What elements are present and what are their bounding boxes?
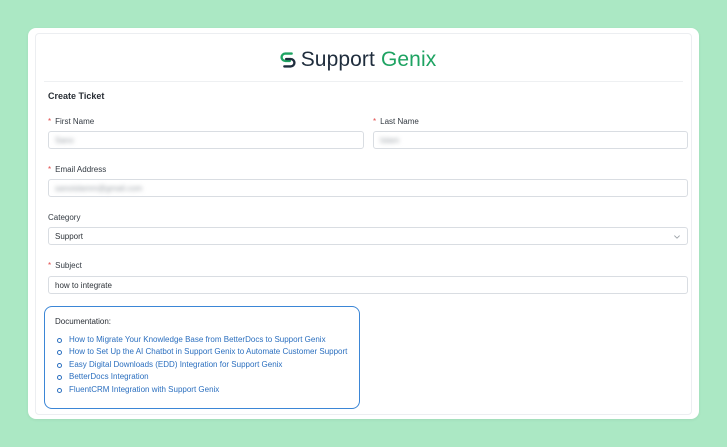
ticket-card: Support Genix Create Ticket * First Name …: [28, 28, 699, 419]
first-name-input[interactable]: Sano: [48, 131, 364, 149]
subject-label-text: Subject: [55, 261, 82, 270]
list-item: How to Migrate Your Knowledge Base from …: [55, 334, 349, 346]
brand-name: Support Genix: [301, 48, 437, 72]
last-name-label-text: Last Name: [380, 117, 419, 126]
first-name-value: Sano: [55, 135, 74, 145]
email-value: sanoislamm@gmail.com: [55, 183, 143, 193]
email-label-text: Email Address: [55, 165, 107, 174]
doc-link-betterdocs-migration[interactable]: How to Migrate Your Knowledge Base from …: [69, 335, 326, 344]
brand-header: Support Genix: [36, 45, 691, 75]
last-name-value: Islam: [380, 135, 400, 145]
last-name-input[interactable]: Islam: [373, 131, 688, 149]
subject-label: * Subject: [48, 261, 82, 270]
category-label: Category: [48, 213, 81, 222]
documentation-list: How to Migrate Your Knowledge Base from …: [55, 334, 349, 396]
support-genix-logo-icon: [280, 52, 296, 68]
form-title: Create Ticket: [48, 91, 105, 101]
brand-name-part2: Genix: [380, 48, 437, 71]
list-item: BetterDocs Integration: [55, 371, 349, 383]
doc-link-fluentcrm-integration[interactable]: FluentCRM Integration with Support Genix: [69, 385, 219, 394]
chevron-down-icon: [674, 235, 680, 239]
email-label: * Email Address: [48, 165, 106, 174]
doc-link-betterdocs-integration[interactable]: BetterDocs Integration: [69, 372, 149, 381]
email-input[interactable]: sanoislamm@gmail.com: [48, 179, 688, 197]
list-item: How to Set Up the AI Chatbot in Support …: [55, 346, 349, 358]
documentation-suggestions: Documentation: How to Migrate Your Knowl…: [44, 306, 360, 409]
first-name-label: * First Name: [48, 117, 94, 126]
doc-link-ai-chatbot[interactable]: How to Set Up the AI Chatbot in Support …: [69, 347, 347, 356]
brand-name-part1: Support: [300, 48, 375, 71]
subject-value: how to integrate: [55, 280, 112, 290]
category-value: Support: [55, 231, 84, 241]
required-marker: *: [48, 165, 52, 174]
doc-link-edd-integration[interactable]: Easy Digital Downloads (EDD) Integration…: [69, 360, 282, 369]
required-marker: *: [373, 117, 377, 126]
first-name-label-text: First Name: [55, 117, 95, 126]
header-divider: [44, 81, 683, 82]
required-marker: *: [48, 261, 52, 270]
list-item: FluentCRM Integration with Support Genix: [55, 384, 349, 396]
category-select[interactable]: Support: [48, 227, 688, 245]
last-name-label: * Last Name: [373, 117, 419, 126]
list-item: Easy Digital Downloads (EDD) Integration…: [55, 359, 349, 371]
subject-input[interactable]: how to integrate: [48, 276, 688, 294]
ticket-form-container: Support Genix Create Ticket * First Name …: [35, 33, 692, 415]
documentation-title: Documentation:: [55, 317, 112, 326]
required-marker: *: [48, 117, 52, 126]
